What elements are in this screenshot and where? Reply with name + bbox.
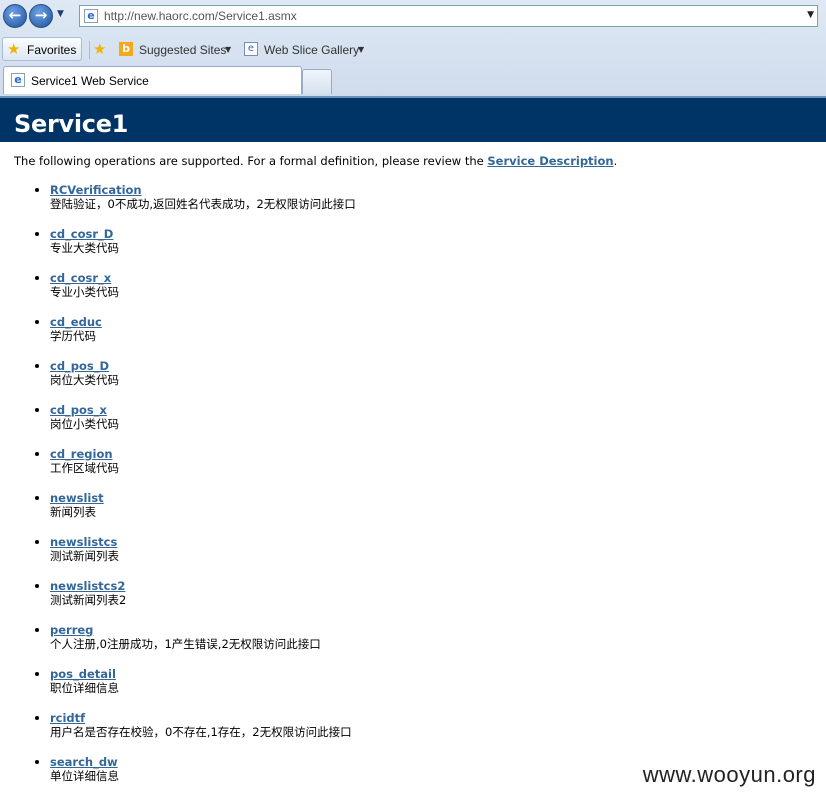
ie-page-icon: e [84, 9, 98, 23]
favorites-bar: ★ Favorites ★ b Suggested Sites ▼ e Web … [0, 36, 826, 64]
operation-link[interactable]: newslistcs [50, 535, 356, 549]
browser-chrome: ← → ▼ e http://new.haorc.com/Service1.as… [0, 0, 826, 96]
operation-description: 个人注册,0注册成功，1产生错误,2无权限访问此接口 [50, 637, 321, 651]
tab-title: Service1 Web Service [31, 74, 149, 88]
operation-description: 学历代码 [50, 329, 96, 343]
list-item: cd_pos_D 岗位大类代码 [32, 359, 356, 403]
chevron-down-icon[interactable]: ▼ [225, 45, 231, 54]
address-url[interactable]: http://new.haorc.com/Service1.asmx [104, 9, 297, 23]
divider [89, 41, 90, 59]
bullet [35, 584, 39, 588]
list-item: cd_region 工作区域代码 [32, 447, 356, 491]
operation-description: 岗位大类代码 [50, 373, 119, 387]
list-item: perreg 个人注册,0注册成功，1产生错误,2无权限访问此接口 [32, 623, 356, 667]
address-dropdown-icon[interactable]: ▼ [807, 10, 814, 20]
operation-description: 单位详细信息 [50, 769, 119, 783]
operation-link[interactable]: cd_educ [50, 315, 356, 329]
operation-link[interactable]: cd_pos_x [50, 403, 356, 417]
bullet [35, 408, 39, 412]
list-item: RCVerification 登陆验证，0不成功,返回姓名代表成功，2无权限访问此… [32, 183, 356, 227]
operation-link[interactable]: newslistcs2 [50, 579, 356, 593]
intro-text: The following operations are supported. … [14, 154, 617, 168]
suggested-sites-link[interactable]: Suggested Sites [139, 43, 226, 57]
operation-link[interactable]: perreg [50, 623, 356, 637]
operation-link[interactable]: cd_region [50, 447, 356, 461]
operation-link[interactable]: cd_cosr_D [50, 227, 356, 241]
operation-link[interactable]: cd_pos_D [50, 359, 356, 373]
bullet [35, 760, 39, 764]
operation-description: 专业大类代码 [50, 241, 119, 255]
operation-link[interactable]: newslist [50, 491, 356, 505]
operation-description: 用户名是否存在校验，0不存在,1存在，2无权限访问此接口 [50, 725, 352, 739]
page-title: Service1 [14, 110, 129, 138]
bullet [35, 320, 39, 324]
bing-icon: b [119, 42, 133, 56]
watermark: www.wooyun.org [642, 762, 816, 787]
operation-link[interactable]: RCVerification [50, 183, 356, 197]
list-item: newslist 新闻列表 [32, 491, 356, 535]
operation-link[interactable]: pos_detail [50, 667, 356, 681]
history-dropdown-icon[interactable]: ▼ [57, 9, 64, 19]
forward-arrow-icon[interactable]: → [29, 4, 53, 28]
list-item: search_dw 单位详细信息 [32, 755, 356, 799]
back-arrow-icon[interactable]: ← [3, 4, 27, 28]
list-item: cd_educ 学历代码 [32, 315, 356, 359]
page-header: Service1 [0, 96, 826, 142]
list-item: newslistcs2 测试新闻列表2 [32, 579, 356, 623]
operation-description: 工作区域代码 [50, 461, 119, 475]
list-item: newslistcs 测试新闻列表 [32, 535, 356, 579]
list-item: cd_cosr_D 专业大类代码 [32, 227, 356, 271]
operation-link[interactable]: rcidtf [50, 711, 356, 725]
list-item: cd_cosr_x 专业小类代码 [32, 271, 356, 315]
list-item: pos_detail 职位详细信息 [32, 667, 356, 711]
operation-description: 新闻列表 [50, 505, 96, 519]
operation-link[interactable]: search_dw [50, 755, 356, 769]
bullet [35, 628, 39, 632]
operations-list: RCVerification 登陆验证，0不成功,返回姓名代表成功，2无权限访问此… [32, 183, 356, 799]
operation-description: 测试新闻列表2 [50, 593, 127, 607]
new-tab-button[interactable] [302, 69, 332, 94]
operation-description: 职位详细信息 [50, 681, 119, 695]
tab-service1[interactable]: e Service1 Web Service [3, 66, 302, 94]
ie-page-icon: e [11, 73, 25, 87]
list-item: cd_pos_x 岗位小类代码 [32, 403, 356, 447]
intro-period: . [613, 154, 618, 168]
operation-description: 岗位小类代码 [50, 417, 119, 431]
bullet [35, 716, 39, 720]
bullet [35, 452, 39, 456]
favorites-label: Favorites [27, 43, 77, 57]
bullet [35, 496, 39, 500]
bullet [35, 276, 39, 280]
address-bar[interactable]: e http://new.haorc.com/Service1.asmx ▼ [79, 5, 818, 27]
bullet [35, 364, 39, 368]
web-slice-icon: e [244, 42, 258, 56]
bullet [35, 672, 39, 676]
operation-link[interactable]: cd_cosr_x [50, 271, 356, 285]
tab-bar: e Service1 Web Service [0, 66, 826, 96]
add-favorite-icon[interactable]: ★ [93, 41, 106, 57]
service-description-link[interactable]: Service Description [487, 154, 613, 168]
intro-sentence: The following operations are supported. … [14, 154, 488, 168]
favorites-button[interactable]: ★ Favorites [2, 37, 82, 61]
bullet [35, 188, 39, 192]
star-icon: ★ [7, 40, 21, 58]
operation-description: 专业小类代码 [50, 285, 119, 299]
chevron-down-icon[interactable]: ▼ [358, 45, 364, 54]
operation-description: 登陆验证，0不成功,返回姓名代表成功，2无权限访问此接口 [50, 197, 356, 211]
operation-description: 测试新闻列表 [50, 549, 119, 563]
bullet [35, 232, 39, 236]
web-slice-gallery-link[interactable]: Web Slice Gallery [264, 43, 359, 57]
bullet [35, 540, 39, 544]
navigation-bar: ← → ▼ e http://new.haorc.com/Service1.as… [0, 0, 826, 34]
list-item: rcidtf 用户名是否存在校验，0不存在,1存在，2无权限访问此接口 [32, 711, 356, 755]
